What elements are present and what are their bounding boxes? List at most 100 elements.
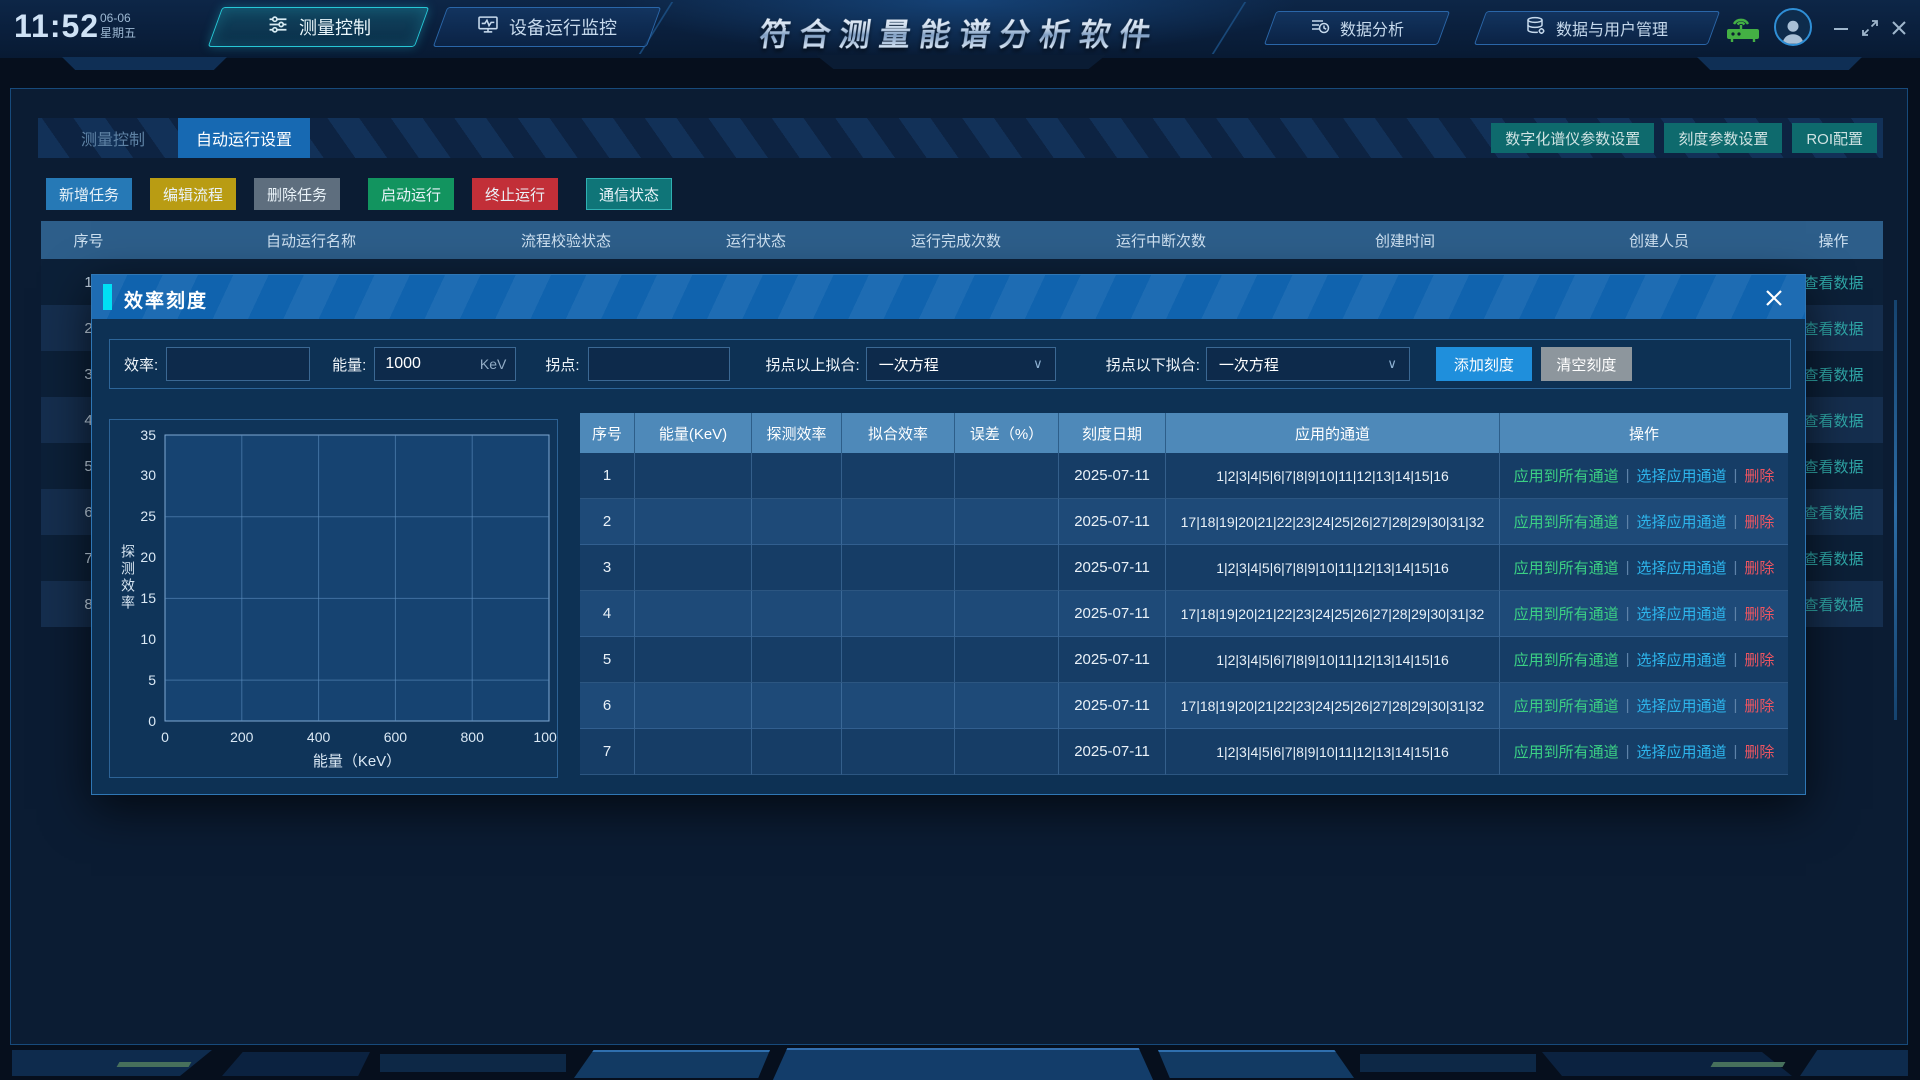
select-channels-link[interactable]: 选择应用通道 xyxy=(1636,741,1726,762)
clear-calibration-button[interactable]: 清空刻度 xyxy=(1541,347,1632,381)
footer-decoration xyxy=(574,1050,770,1078)
view-data-link[interactable]: 查看数据 xyxy=(1803,548,1863,569)
footer-decoration xyxy=(1158,1050,1354,1078)
delete-calibration-link[interactable]: 删除 xyxy=(1744,603,1774,624)
apply-all-channels-link[interactable]: 应用到所有通道 xyxy=(1514,557,1619,578)
select-channels-link[interactable]: 选择应用通道 xyxy=(1636,465,1726,486)
svg-text:400: 400 xyxy=(307,729,331,745)
svg-text:200: 200 xyxy=(230,729,254,745)
clock-date: 06-06 星期五 xyxy=(100,11,136,41)
view-data-link[interactable]: 查看数据 xyxy=(1803,594,1863,615)
knee-input[interactable] xyxy=(588,347,730,381)
svg-text:25: 25 xyxy=(140,508,156,524)
select-channels-link[interactable]: 选择应用通道 xyxy=(1636,603,1726,624)
tab-measure-label: 测量控制 xyxy=(81,126,145,150)
fit-above-select[interactable]: 一次方程 ∨ xyxy=(866,347,1056,381)
delete-calibration-link[interactable]: 删除 xyxy=(1744,695,1774,716)
task-table-header: 序号 自动运行名称 流程校验状态 运行状态 运行完成次数 运行中断次数 创建时间… xyxy=(41,221,1883,259)
digitizer-params-button[interactable]: 数字化谱仪参数设置 xyxy=(1491,123,1654,153)
apply-all-channels-link[interactable]: 应用到所有通道 xyxy=(1514,511,1619,532)
fit-below-label: 拐点以下拟合: xyxy=(1106,354,1200,375)
svg-text:30: 30 xyxy=(140,467,156,483)
knee-label: 拐点: xyxy=(545,354,579,375)
calibration-params-button[interactable]: 刻度参数设置 xyxy=(1664,123,1782,153)
delete-calibration-link[interactable]: 删除 xyxy=(1744,465,1774,486)
chart-x-axis-title: 能量（KeV） xyxy=(313,753,401,770)
dialog-title: 效率刻度 xyxy=(124,286,208,313)
svg-text:0: 0 xyxy=(161,729,169,745)
apply-all-channels-link[interactable]: 应用到所有通道 xyxy=(1514,465,1619,486)
start-run-button[interactable]: 启动运行 xyxy=(368,178,454,210)
fit-above-value: 一次方程 xyxy=(879,354,939,375)
footer-decoration xyxy=(1360,1054,1536,1072)
nav-monitor-label: 设备运行监控 xyxy=(509,14,617,40)
col-run-complete-count: 运行完成次数 xyxy=(866,221,1046,259)
footer-decoration xyxy=(380,1054,566,1072)
view-data-link[interactable]: 查看数据 xyxy=(1803,410,1863,431)
view-data-link[interactable]: 查看数据 xyxy=(1803,318,1863,339)
footer-decoration xyxy=(222,1052,370,1076)
fit-below-select[interactable]: 一次方程 ∨ xyxy=(1206,347,1410,381)
select-channels-link[interactable]: 选择应用通道 xyxy=(1636,557,1726,578)
nav-data-analysis[interactable]: 数据分析 xyxy=(1264,11,1450,45)
dialog-header: 效率刻度 xyxy=(92,275,1805,319)
comm-status-button[interactable]: 通信状态 xyxy=(586,178,672,210)
delete-task-button[interactable]: 删除任务 xyxy=(254,178,340,210)
apply-all-channels-link[interactable]: 应用到所有通道 xyxy=(1514,741,1619,762)
energy-label: 能量: xyxy=(332,354,366,375)
select-channels-link[interactable]: 选择应用通道 xyxy=(1636,511,1726,532)
roi-config-button[interactable]: ROI配置 xyxy=(1792,123,1877,153)
calibration-row: 5 2025-07-11 1|2|3|4|5|6|7|8|9|10|11|12|… xyxy=(580,637,1788,683)
efficiency-chart-panel: 探测效率 0 5 10 15 20 25 xyxy=(109,419,558,778)
calibration-table: 序号 能量(KeV) 探测效率 拟合效率 误差（%） 刻度日期 应用的通道 操作… xyxy=(580,413,1788,775)
efficiency-calibration-dialog: 效率刻度 效率: 能量: KeV 拐点: 拐点以上拟合: 一次方程 ∨ xyxy=(91,274,1806,795)
task-toolbar: 新增任务 编辑流程 删除任务 启动运行 终止运行 通信状态 xyxy=(46,178,672,210)
add-calibration-button[interactable]: 添加刻度 xyxy=(1436,347,1532,381)
view-data-link[interactable]: 查看数据 xyxy=(1803,272,1863,293)
stop-run-button[interactable]: 终止运行 xyxy=(472,178,558,210)
minimize-button[interactable] xyxy=(1828,15,1854,41)
nav-user-management[interactable]: 数据与用户管理 xyxy=(1474,11,1720,45)
maximize-button[interactable] xyxy=(1857,15,1883,41)
close-dialog-icon[interactable] xyxy=(1761,285,1787,311)
chevron-down-icon: ∨ xyxy=(1387,356,1397,372)
apply-all-channels-link[interactable]: 应用到所有通道 xyxy=(1514,695,1619,716)
user-avatar[interactable] xyxy=(1774,8,1812,46)
add-task-button[interactable]: 新增任务 xyxy=(46,178,132,210)
select-channels-link[interactable]: 选择应用通道 xyxy=(1636,695,1726,716)
select-channels-link[interactable]: 选择应用通道 xyxy=(1636,649,1726,670)
titlebar: 11:52 06-06 星期五 测量控制 xyxy=(0,0,1920,58)
svg-text:35: 35 xyxy=(140,427,156,443)
view-data-link[interactable]: 查看数据 xyxy=(1803,364,1863,385)
footer-decoration xyxy=(772,1048,1154,1080)
calibration-row: 6 2025-07-11 17|18|19|20|21|22|23|24|25|… xyxy=(580,683,1788,729)
nav-device-monitor[interactable]: 设备运行监控 xyxy=(433,7,662,47)
svg-text:1000: 1000 xyxy=(533,729,557,745)
delete-calibration-link[interactable]: 删除 xyxy=(1744,511,1774,532)
date-value: 06-06 xyxy=(100,11,136,26)
efficiency-input[interactable] xyxy=(166,347,310,381)
col-auto-run-name: 自动运行名称 xyxy=(136,221,486,259)
nav-measure-control[interactable]: 测量控制 xyxy=(208,7,430,47)
view-data-link[interactable]: 查看数据 xyxy=(1803,456,1863,477)
calibration-form: 效率: 能量: KeV 拐点: 拐点以上拟合: 一次方程 ∨ 拐点以下拟合: 一… xyxy=(109,339,1791,389)
view-data-link[interactable]: 查看数据 xyxy=(1803,502,1863,523)
footer-decoration xyxy=(1800,1050,1908,1076)
header-decoration xyxy=(1697,57,1862,70)
tab-auto-run-settings[interactable]: 自动运行设置 xyxy=(178,118,310,158)
tab-measure-control[interactable]: 测量控制 xyxy=(48,118,178,158)
efficiency-chart: 0 5 10 15 20 25 30 35 0 200 400 600 800 … xyxy=(110,420,557,777)
delete-calibration-link[interactable]: 删除 xyxy=(1744,557,1774,578)
apply-all-channels-link[interactable]: 应用到所有通道 xyxy=(1514,649,1619,670)
nav-user-label: 数据与用户管理 xyxy=(1556,16,1668,40)
energy-unit: KeV xyxy=(480,356,506,372)
apply-all-channels-link[interactable]: 应用到所有通道 xyxy=(1514,603,1619,624)
edit-flow-button[interactable]: 编辑流程 xyxy=(150,178,236,210)
close-window-button[interactable] xyxy=(1886,15,1912,41)
delete-calibration-link[interactable]: 删除 xyxy=(1744,649,1774,670)
network-device-icon[interactable] xyxy=(1724,11,1762,50)
delete-calibration-link[interactable]: 删除 xyxy=(1744,741,1774,762)
calibration-row: 4 2025-07-11 17|18|19|20|21|22|23|24|25|… xyxy=(580,591,1788,637)
title-accent-bar xyxy=(103,284,112,310)
footer-accent xyxy=(117,1062,192,1067)
